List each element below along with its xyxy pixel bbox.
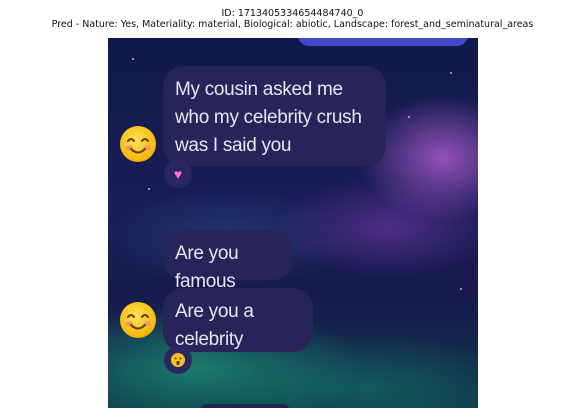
star <box>408 116 410 118</box>
smiling-face-with-blush-icon <box>120 126 156 162</box>
prediction-label: Pred - Nature: Yes, Materiality: materia… <box>51 19 534 30</box>
sender-avatar[interactable] <box>118 124 158 164</box>
hushed-face-icon[interactable] <box>164 346 192 374</box>
figure-caption: ID: 1713405334654484740_0 Pred - Nature:… <box>0 8 585 30</box>
message-bubble[interactable]: Are you a celebrity <box>163 288 313 352</box>
star <box>450 72 452 74</box>
page: ID: 1713405334654484740_0 Pred - Nature:… <box>0 0 585 418</box>
smiling-face-with-blush-icon <box>120 302 156 338</box>
previous-message-bubble[interactable] <box>298 38 468 46</box>
message-bubble[interactable]: Are you famous <box>163 230 293 292</box>
message-bubble[interactable]: My cousin asked me who my celebrity crus… <box>163 66 386 166</box>
image-id-label: ID: 1713405334654484740_0 <box>221 8 364 19</box>
sender-avatar[interactable] <box>118 300 158 340</box>
star <box>148 188 150 190</box>
next-message-bubble[interactable] <box>200 404 290 408</box>
star <box>132 58 134 60</box>
star <box>460 288 462 290</box>
chat-screenshot: My cousin asked me who my celebrity crus… <box>108 38 478 408</box>
heart-icon[interactable]: ♥ <box>164 160 192 188</box>
